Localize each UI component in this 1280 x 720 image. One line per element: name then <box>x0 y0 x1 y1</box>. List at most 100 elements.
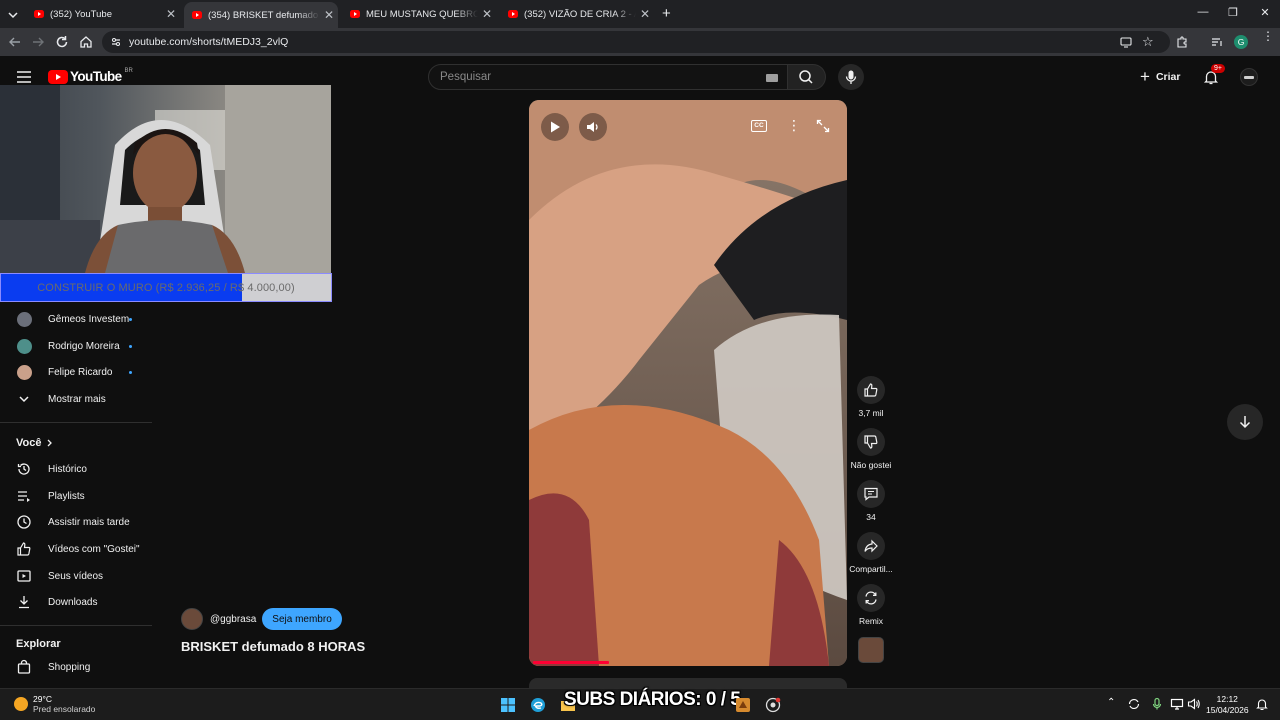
remix-button[interactable] <box>857 584 885 612</box>
browser-tab-active[interactable]: (354) BRISKET defumado 8 HORAS ✕ <box>184 2 338 28</box>
weather-widget[interactable]: 29°C Pred ensolarado <box>14 694 95 714</box>
tab-title: (352) VIZÃO DE CRIA 2 - Anezzi <box>524 8 636 20</box>
dislike-button[interactable] <box>857 428 885 456</box>
app-icon[interactable] <box>735 697 751 713</box>
close-tab-icon[interactable]: ✕ <box>162 7 180 21</box>
site-info-icon[interactable] <box>110 36 122 48</box>
sidebar-item-history[interactable]: Histórico <box>0 456 152 482</box>
sidebar-item-your-videos[interactable]: Seus vídeos <box>0 563 152 589</box>
captions-icon[interactable]: CC <box>751 120 767 132</box>
comment-count: 34 <box>866 512 876 522</box>
windows-taskbar: 29°C Pred ensolarado SUBS DIÁRIOS: 0 / 5… <box>0 688 1280 720</box>
microphone-tray-icon[interactable] <box>1150 697 1166 713</box>
subscription-name: Gêmeos Investem <box>48 313 130 325</box>
back-icon[interactable] <box>7 34 23 50</box>
browser-tab[interactable]: (352) YouTube ✕ <box>26 2 180 26</box>
browser-tab-bar: (352) YouTube ✕ (354) BRISKET defumado 8… <box>0 0 1280 28</box>
sidebar-item-label: Histórico <box>48 463 87 475</box>
channel-handle[interactable]: @ggbrasa <box>210 614 256 625</box>
sync-icon[interactable] <box>1127 697 1143 713</box>
reload-icon[interactable] <box>54 34 70 50</box>
search-button[interactable] <box>788 64 826 90</box>
share-action: Compartil... <box>846 532 896 574</box>
notifications-button[interactable]: 9+ <box>1202 64 1225 86</box>
sidebar-item-shopping[interactable]: Shopping <box>0 654 152 680</box>
video-frame <box>529 100 847 666</box>
channel-avatar[interactable] <box>181 608 203 630</box>
profile-avatar[interactable]: G <box>1234 35 1248 49</box>
media-control-icon[interactable] <box>1210 35 1224 49</box>
subscription-name: Felipe Ricardo <box>48 366 113 378</box>
comments-button[interactable] <box>857 480 885 508</box>
join-member-button[interactable]: Seja membro <box>262 608 342 630</box>
edge-browser-icon[interactable] <box>530 697 546 713</box>
search-input[interactable]: Pesquisar <box>428 64 788 90</box>
bookmark-star-icon[interactable]: ☆ <box>1142 34 1154 50</box>
browser-tab[interactable]: (352) VIZÃO DE CRIA 2 - Anezzi ✕ <box>500 2 654 26</box>
hamburger-menu-icon[interactable] <box>16 70 32 84</box>
sound-thumbnail[interactable] <box>858 637 884 663</box>
sidebar-subscription-gemeos-investem[interactable]: Gêmeos Investem <box>0 306 152 332</box>
more-options-icon[interactable]: ⋮ <box>787 118 801 132</box>
close-tab-icon[interactable]: ✕ <box>478 7 496 21</box>
tab-title: (352) YouTube <box>50 8 112 20</box>
obs-recording-icon[interactable] <box>765 697 781 713</box>
play-icon <box>551 121 560 133</box>
play-button[interactable] <box>541 113 569 141</box>
speaker-icon[interactable] <box>1187 697 1203 713</box>
browser-tab[interactable]: MEU MUSTANG QUEBROU E O ✕ <box>342 2 496 26</box>
volume-icon <box>587 122 598 132</box>
next-short-button[interactable] <box>1227 404 1263 440</box>
share-button[interactable] <box>857 532 885 560</box>
forward-icon[interactable] <box>30 34 46 50</box>
address-bar[interactable]: youtube.com/shorts/tMEDJ3_2vlQ ☆ <box>102 31 1170 53</box>
browser-menu-icon[interactable]: ⋮ <box>1262 30 1274 42</box>
close-tab-icon[interactable]: ✕ <box>320 8 338 22</box>
notification-center-icon[interactable] <box>1255 697 1271 713</box>
comments-action: 34 <box>846 480 896 522</box>
windows-start-icon[interactable] <box>500 697 516 713</box>
volume-button[interactable] <box>579 113 607 141</box>
sidebar-subscription-felipe-ricardo[interactable]: Felipe Ricardo <box>0 359 152 385</box>
clock-date: 15/04/2026 <box>1206 705 1249 715</box>
restore-icon[interactable]: ❐ <box>1218 6 1248 19</box>
show-more-button[interactable]: Mostrar mais <box>0 386 152 412</box>
remix-icon <box>865 591 877 605</box>
sidebar-item-downloads[interactable]: Downloads <box>0 589 152 615</box>
search-icon <box>799 70 813 84</box>
voice-search-button[interactable] <box>838 64 864 90</box>
youtube-favicon-icon <box>34 10 44 18</box>
close-window-icon[interactable]: ✕ <box>1250 6 1280 19</box>
voce-section-heading[interactable]: Você <box>16 437 56 449</box>
shopping-icon <box>17 659 31 674</box>
minimize-icon[interactable]: — <box>1188 6 1218 18</box>
fullscreen-icon[interactable] <box>816 119 830 133</box>
extensions-icon[interactable] <box>1175 35 1189 49</box>
keyboard-icon[interactable] <box>766 74 778 82</box>
playlists-icon <box>18 491 30 502</box>
like-action: 3,7 mil <box>846 376 896 418</box>
close-tab-icon[interactable]: ✕ <box>636 7 654 21</box>
sidebar-item-liked-videos[interactable]: Vídeos com "Gostei" <box>0 536 152 562</box>
sidebar-divider <box>0 625 152 626</box>
share-label: Compartil... <box>849 564 893 574</box>
comment-icon <box>864 487 878 501</box>
home-icon[interactable] <box>78 34 94 50</box>
youtube-logo[interactable]: YouTube BR <box>48 68 133 84</box>
network-icon[interactable] <box>1170 697 1186 713</box>
create-button[interactable]: + Criar <box>1140 65 1180 89</box>
streamer-webcam <box>0 85 331 273</box>
sidebar-subscription-rodrigo-moreira[interactable]: Rodrigo Moreira <box>0 333 152 359</box>
goal-text: CONSTRUIR O MURO (R$ 2.936,25 / R$ 4.000… <box>37 282 295 294</box>
short-video-player[interactable]: CC ⋮ <box>529 100 847 666</box>
account-avatar[interactable] <box>1240 68 1258 86</box>
system-clock[interactable]: 12:12 15/04/2026 <box>1206 694 1249 716</box>
cast-icon[interactable] <box>1120 36 1132 48</box>
like-button[interactable] <box>857 376 885 404</box>
sidebar-item-playlists[interactable]: Playlists <box>0 483 152 509</box>
video-progress-bar[interactable] <box>533 661 610 664</box>
new-tab-icon[interactable]: + <box>662 5 671 22</box>
tab-search-icon[interactable] <box>6 8 20 22</box>
sidebar-item-watch-later[interactable]: Assistir mais tarde <box>0 509 152 535</box>
tray-overflow-icon[interactable]: ⌃ <box>1107 697 1115 708</box>
